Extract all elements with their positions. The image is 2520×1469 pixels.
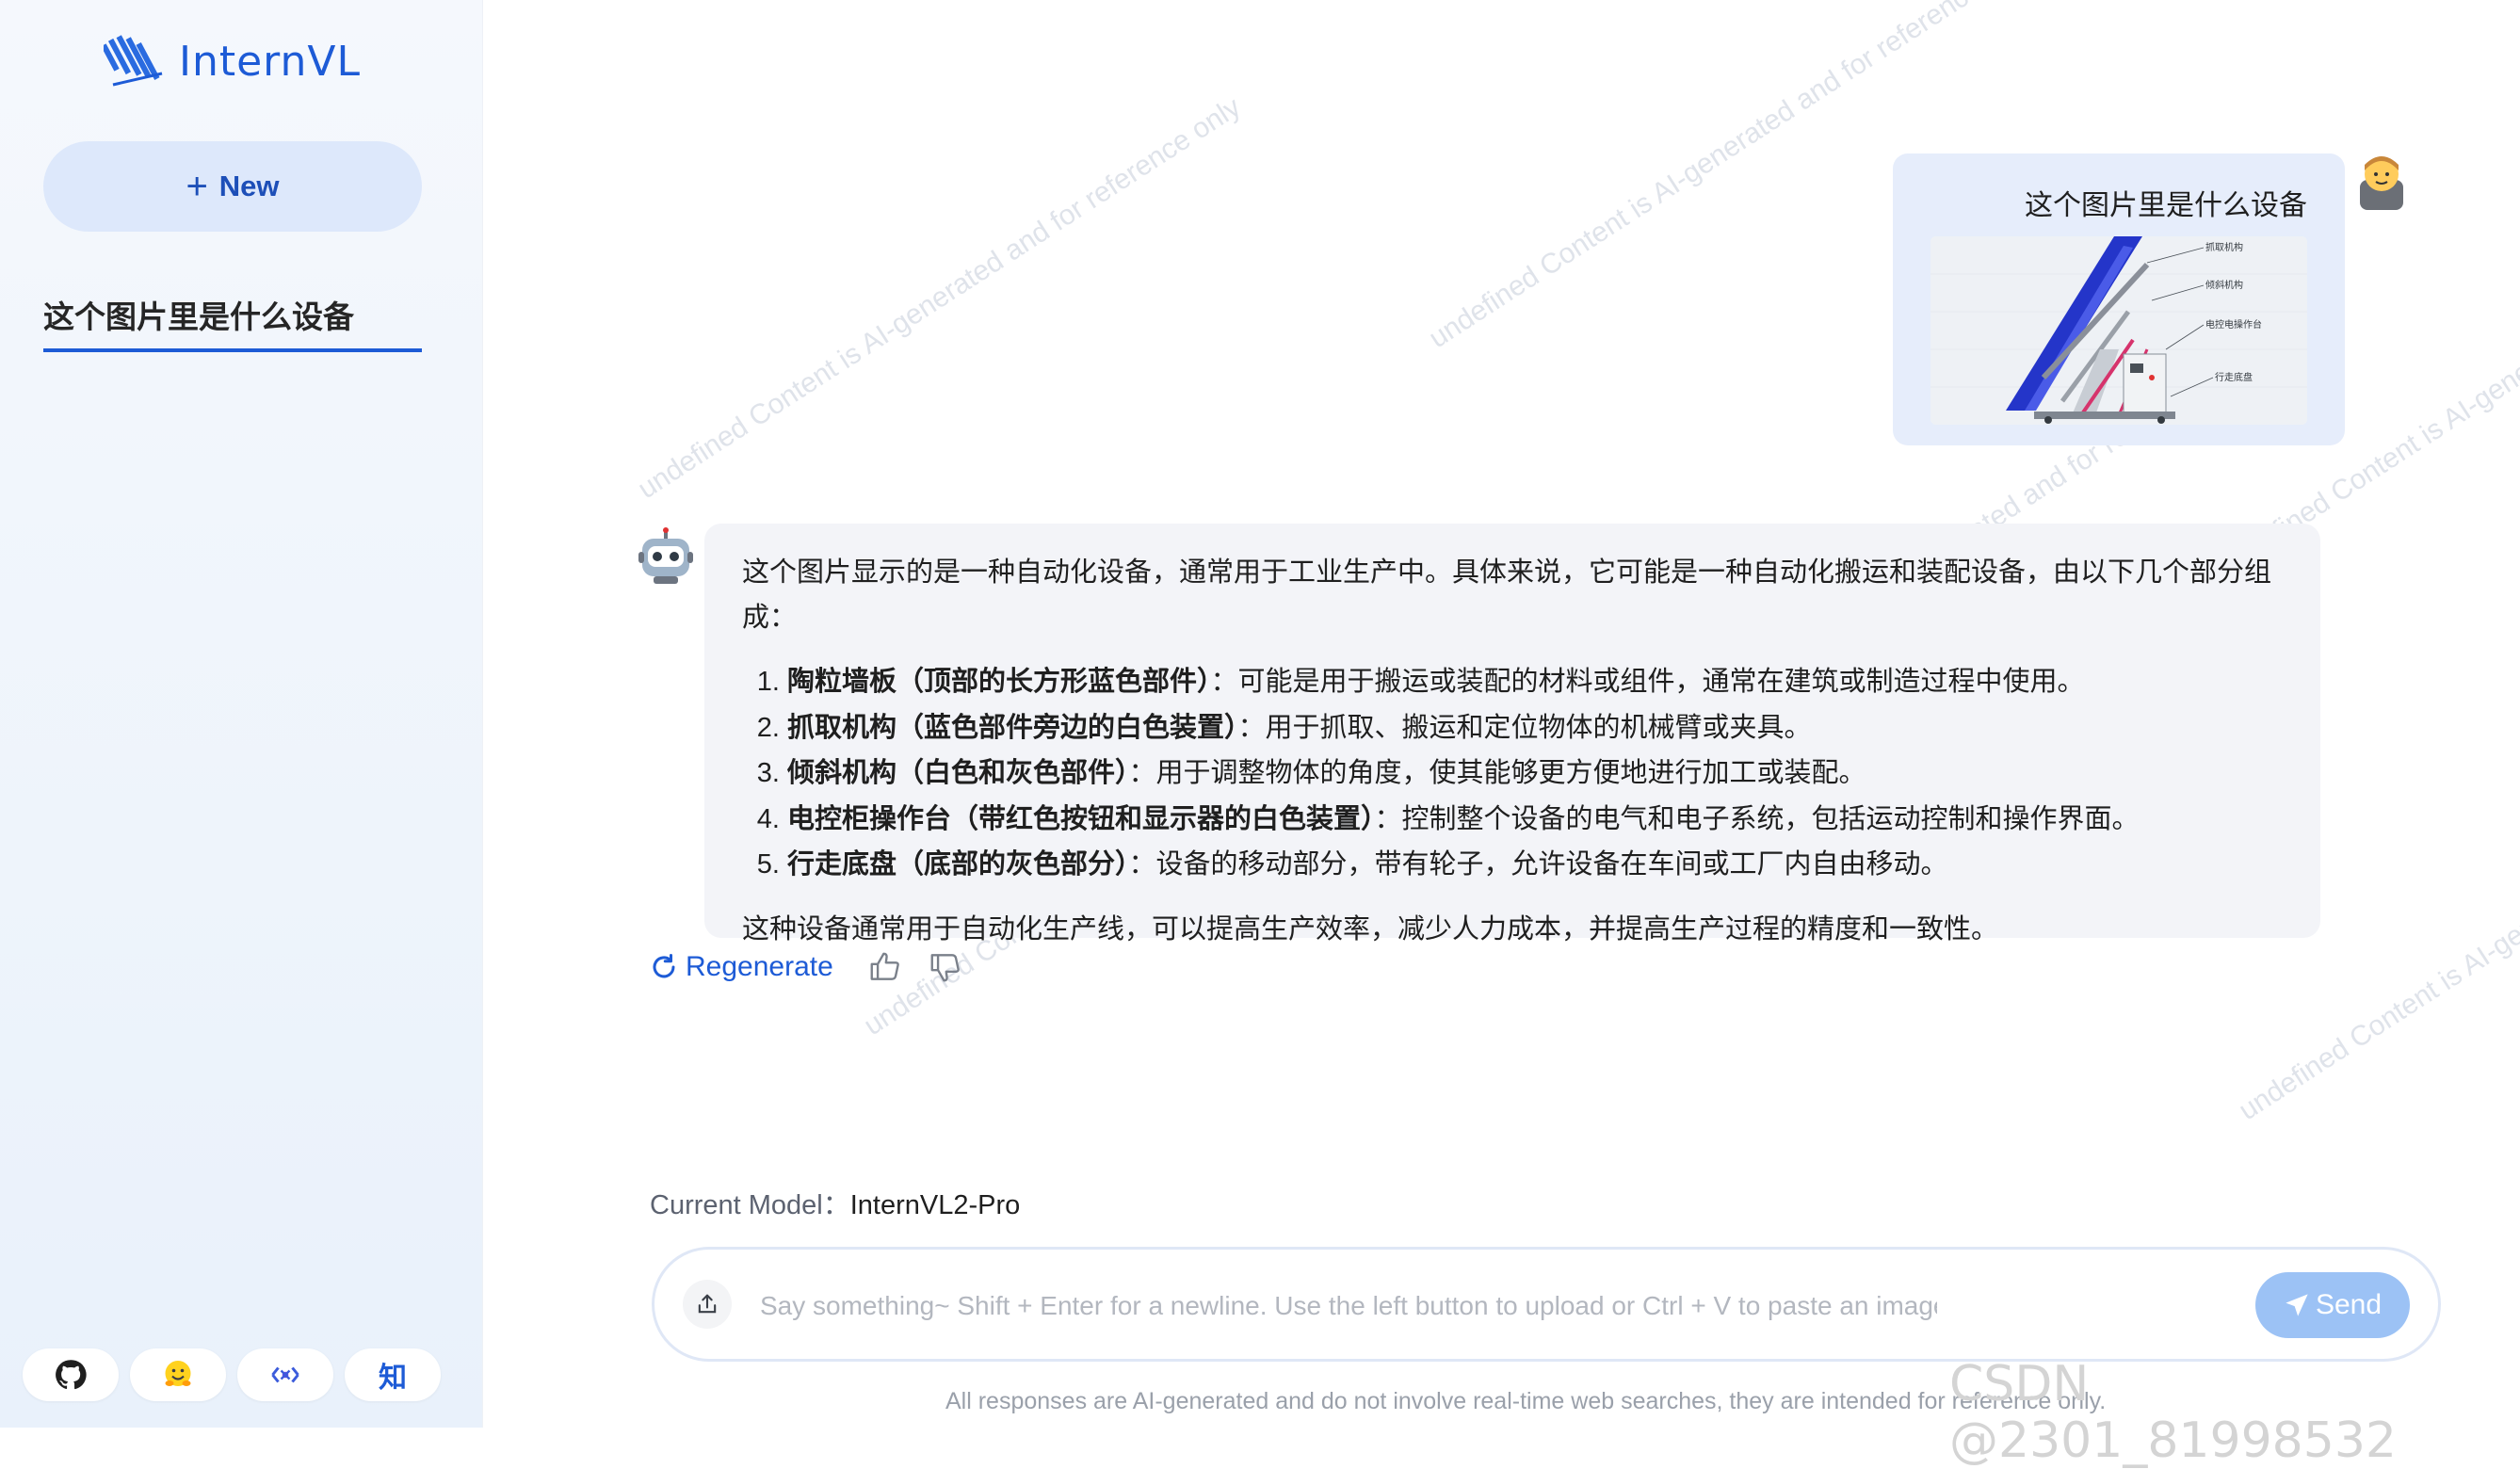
github-icon — [56, 1360, 87, 1390]
item-title: 陶粒墙板（顶部的长方形蓝色部件） — [787, 667, 1211, 697]
footer-links: 知 — [23, 1348, 441, 1401]
watermark: undefined Content is AI-generated and fo… — [632, 91, 1247, 506]
item-desc: ：控制整个设备的电气和电子系统，包括运动控制和操作界面。 — [1374, 803, 2140, 834]
equipment-diagram-icon: 抓取机构 倾斜机构 电控电操作台 行走底盘 — [1930, 236, 2307, 425]
item-desc: ：用于抓取、搬运和定位物体的机械臂或夹具。 — [1237, 712, 1812, 743]
list-item: 倾斜机构（白色和灰色部件）：用于调整物体的角度，使其能够更方便地进行加工或装配。 — [787, 751, 2320, 797]
chat-input-box: Send — [652, 1247, 2441, 1362]
list-item: 电控柜操作台（带红色按钮和显示器的白色装置）：控制整个设备的电气和电子系统，包括… — [787, 797, 2320, 843]
image-label: 抓取机构 — [2205, 241, 2243, 253]
item-title: 行走底盘（底部的灰色部分） — [787, 849, 1129, 880]
openxlab-icon — [271, 1366, 299, 1383]
item-desc: ：可能是用于搬运或装配的材料或组件，通常在建筑或制造过程中使用。 — [1210, 667, 2085, 697]
huggingface-link[interactable] — [130, 1348, 226, 1401]
plus-icon: + — [186, 165, 208, 207]
send-button[interactable]: Send — [2255, 1272, 2410, 1338]
csdn-watermark: CSDN @2301_81998532 — [1949, 1356, 2398, 1469]
bot-message-content: 这个图片显示的是一种自动化设备，通常用于工业生产中。具体来说，它可能是一种自动化… — [742, 550, 2320, 952]
chat-input[interactable] — [758, 1282, 1939, 1331]
item-title: 倾斜机构（白色和灰色部件） — [787, 758, 1129, 788]
upload-icon — [698, 1294, 717, 1314]
image-label: 行走底盘 — [2215, 371, 2253, 383]
internvl-logo-icon — [104, 35, 163, 87]
new-chat-button[interactable]: + New — [43, 141, 422, 232]
item-title: 电控柜操作台（带红色按钮和显示器的白色装置） — [787, 803, 1375, 834]
image-label: 倾斜机构 — [2205, 279, 2243, 291]
bot-intro: 这个图片显示的是一种自动化设备，通常用于工业生产中。具体来说，它可能是一种自动化… — [742, 557, 2272, 633]
bot-avatar-icon — [638, 527, 693, 584]
bot-message: 这个图片显示的是一种自动化设备，通常用于工业生产中。具体来说，它可能是一种自动化… — [704, 524, 2320, 944]
item-desc: ：用于调整物体的角度，使其能够更方便地进行加工或装配。 — [1128, 758, 1866, 788]
message-actions: Regenerate — [650, 949, 963, 985]
disclaimer: All responses are AI-generated and do no… — [945, 1388, 2107, 1414]
send-icon — [2286, 1294, 2308, 1316]
bot-conclusion: 这种设备通常用于自动化生产线，可以提高生产效率，减少人力成本，并提高生产过程的精… — [742, 913, 1999, 944]
item-desc: ：设备的移动部分，带有轮子，允许设备在车间或工厂内自由移动。 — [1128, 849, 1948, 880]
list-item: 陶粒墙板（顶部的长方形蓝色部件）：可能是用于搬运或装配的材料或组件，通常在建筑或… — [787, 659, 2320, 705]
component-list: 陶粒墙板（顶部的长方形蓝色部件）：可能是用于搬运或装配的材料或组件，通常在建筑或… — [742, 659, 2320, 888]
current-model-name[interactable]: InternVL2-Pro — [850, 1190, 1021, 1220]
image-label: 电控电操作台 — [2205, 318, 2262, 331]
conversation-item[interactable]: 这个图片里是什么设备 — [43, 292, 422, 352]
github-link[interactable] — [23, 1348, 119, 1401]
uploaded-image[interactable]: 抓取机构 倾斜机构 电控电操作台 行走底盘 — [1930, 236, 2307, 425]
thumbs-up-icon[interactable] — [867, 949, 903, 985]
user-message-text: 这个图片里是什么设备 — [2025, 190, 2307, 221]
user-message: 这个图片里是什么设备 抓取机构 倾斜机构 电控电操作台 行走底盘 — [1893, 153, 2345, 445]
zhihu-link[interactable]: 知 — [345, 1348, 441, 1401]
sidebar: InternVL + New 这个图片里是什么设备 知 — [0, 0, 483, 1428]
upload-button[interactable] — [683, 1280, 732, 1329]
send-label: Send — [2315, 1289, 2383, 1320]
list-item: 抓取机构（蓝色部件旁边的白色装置）：用于抓取、搬运和定位物体的机械臂或夹具。 — [787, 705, 2320, 751]
new-chat-label: New — [218, 170, 280, 202]
app-name: InternVL — [179, 37, 362, 86]
regenerate-button[interactable]: Regenerate — [650, 951, 833, 983]
regenerate-label: Regenerate — [686, 951, 833, 982]
item-title: 抓取机构（蓝色部件旁边的白色装置） — [787, 712, 1238, 743]
thumbs-down-icon[interactable] — [928, 949, 963, 985]
current-model-label: Current Model： — [650, 1190, 850, 1220]
current-model: Current Model：InternVL2-Pro — [650, 1183, 1020, 1222]
refresh-icon — [653, 954, 675, 978]
huggingface-icon — [165, 1361, 191, 1386]
zhihu-icon: 知 — [379, 1363, 407, 1394]
app-logo[interactable]: InternVL — [104, 34, 361, 89]
list-item: 行走底盘（底部的灰色部分）：设备的移动部分，带有轮子，允许设备在车间或工厂内自由… — [787, 842, 2320, 888]
openxlab-link[interactable] — [237, 1348, 333, 1401]
user-avatar-icon — [2360, 156, 2403, 210]
